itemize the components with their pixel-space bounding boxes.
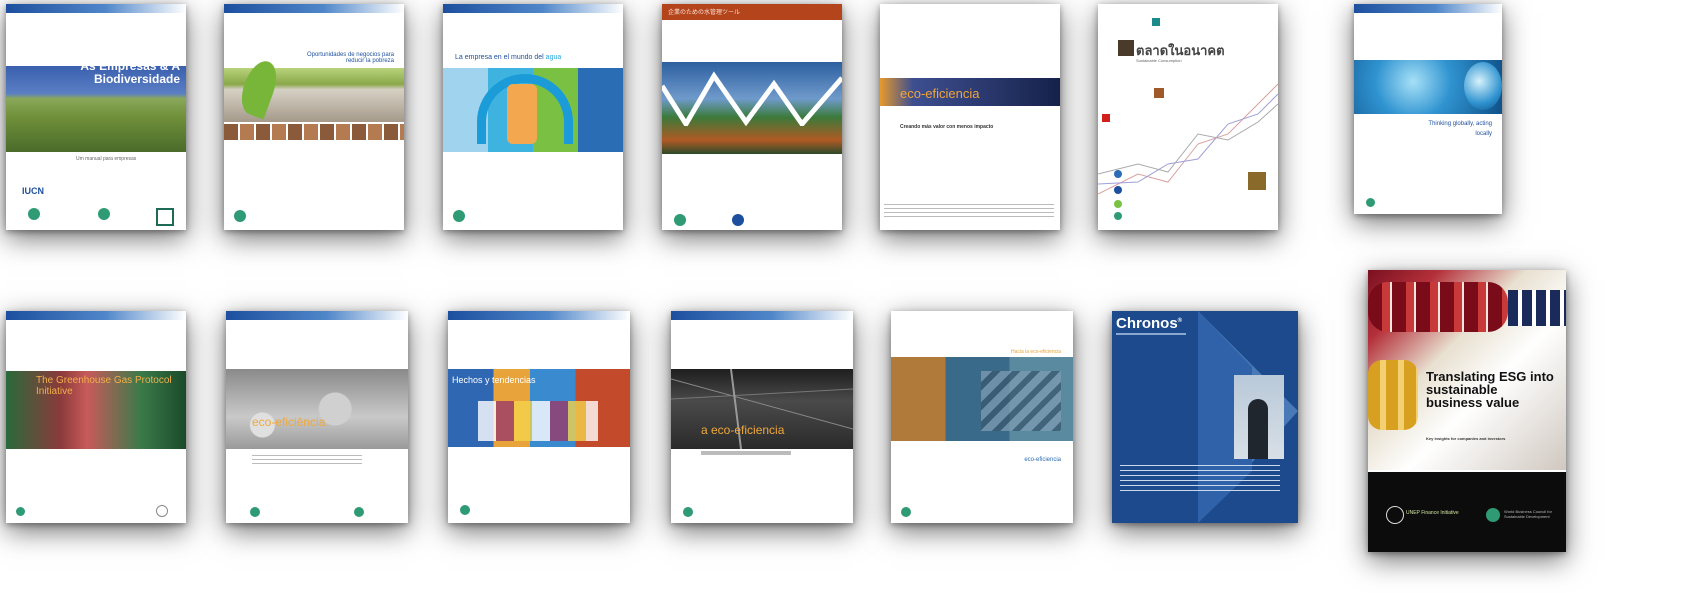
photo-tile — [1248, 172, 1266, 190]
abacus-beads-blue — [1508, 290, 1566, 326]
pipes-image — [981, 371, 1061, 431]
cover-header-band — [448, 311, 630, 320]
wbcsd-logo — [1366, 198, 1375, 207]
wbcsd-logo — [683, 507, 693, 517]
photo-tile — [1118, 40, 1134, 56]
character-illustration — [507, 84, 537, 144]
cover-title: eco-eficiencia — [900, 86, 980, 101]
report-cover-eco-eficiencia-pt[interactable]: eco-eficiência — [226, 311, 408, 523]
partner-logo — [156, 208, 174, 226]
wbcsd-logo — [16, 507, 25, 516]
wbcsd-logo — [234, 210, 246, 222]
cover-body-text — [1120, 465, 1280, 495]
wbcsd-logo — [1486, 508, 1500, 522]
cover-header-band — [1354, 4, 1502, 13]
abacus-beads-red — [1368, 282, 1508, 332]
wbcsd-logo — [901, 507, 911, 517]
partner-logo — [354, 507, 364, 517]
cover-image — [226, 369, 408, 449]
cover-header-band — [224, 4, 404, 13]
report-cover-water-tool-japanese[interactable]: 企業のための水管理ツール — [662, 4, 842, 230]
cover-subtitle: Sustainable Consumption — [1136, 58, 1182, 63]
cover-footnote — [884, 204, 1054, 218]
partner-logo — [28, 208, 40, 220]
photo-tile — [1152, 18, 1160, 26]
trademark-mark: ® — [1177, 318, 1183, 324]
cover-title: The Greenhouse Gas Protocol Initiative — [36, 375, 172, 397]
report-cover-chronos[interactable]: Chronos® — [1112, 311, 1298, 523]
mosaic-tiles — [478, 401, 598, 441]
cover-title: Oportunidades de negocios para reducir l… — [306, 52, 394, 64]
cover-header-text: 企業のための水管理ツール — [668, 10, 741, 16]
report-cover-ghg-protocol[interactable]: The Greenhouse Gas Protocol Initiative — [6, 311, 186, 523]
report-cover-thai-future-market[interactable]: ตลาดในอนาคต Sustainable Consumption — [1098, 4, 1278, 230]
report-cover-hechos-tendencias[interactable]: Hechos y tendencias — [448, 311, 630, 523]
wbcsd-logo — [250, 507, 260, 517]
report-cover-eco-eficiencia[interactable]: eco-eficiencia Creando más valor con men… — [880, 4, 1060, 230]
partner-logo — [98, 208, 110, 220]
cover-subtitle — [252, 455, 362, 467]
cover-title: a eco-eficiencia — [701, 423, 785, 437]
partner-logo — [1114, 212, 1122, 220]
cover-header-band — [6, 4, 186, 13]
cover-header-band — [6, 311, 186, 320]
unep-fi-label: UNEP Finance Initiative — [1406, 510, 1459, 516]
cover-subtitle — [522, 449, 523, 456]
partner-logo — [1114, 200, 1122, 208]
cover-title: eco-eficiência — [252, 415, 326, 429]
chronos-wordmark: Chronos — [1116, 315, 1178, 332]
wbcsd-logo — [674, 214, 686, 226]
globe-image — [1464, 62, 1502, 110]
iucn-logo: IUCN — [22, 186, 44, 196]
wbcsd-logo — [460, 505, 470, 515]
partner-logo — [156, 505, 168, 517]
abacus-beads-gold — [1368, 360, 1418, 430]
cover-subtitle — [457, 158, 458, 165]
report-cover-agua[interactable]: La empresa en el mundo del agua — [443, 4, 623, 230]
cover-title: Translating ESG into sustainable busines… — [1426, 369, 1554, 410]
report-cover-translating-esg[interactable]: Translating ESG into sustainable busines… — [1368, 270, 1566, 552]
report-cover-hacia-eco-eficiencia[interactable]: Hacia la eco-eficiencia eco-eficiencia — [891, 311, 1073, 523]
cover-title: As Empresas & A Biodiversidade — [80, 59, 180, 86]
photo-tile — [1102, 114, 1110, 122]
cover-title: Thinking globally, acting locally — [1428, 121, 1492, 137]
cover-title: Hechos y tendencias — [452, 375, 536, 385]
cover-subtitle: Creando más valor con menos impacto — [900, 124, 994, 130]
cover-subtitle: Um manual para empresas — [76, 156, 137, 162]
photo-strip — [224, 124, 404, 140]
cover-header-band — [671, 311, 853, 320]
cover-subtitle — [32, 457, 33, 464]
cover-header-band — [443, 4, 623, 13]
photo-tile — [1154, 88, 1164, 98]
cover-subtitle: Key insights for companies and investors — [1426, 436, 1506, 441]
partner-logo — [1114, 170, 1122, 178]
cover-subtitle — [676, 160, 826, 167]
cover-header-text: Hacia la eco-eficiencia — [1010, 349, 1061, 355]
unep-fi-logo — [1386, 506, 1404, 524]
wbcsd-label: World Business Council for Sustainable D… — [1504, 509, 1552, 519]
report-cover-biodiversidade[interactable]: As Empresas & A Biodiversidade Um manual… — [6, 4, 186, 230]
partner-logo — [732, 214, 744, 226]
report-cover-reducir-pobreza[interactable]: Oportunidades de negocios para reducir l… — [224, 4, 404, 230]
cover-subtitle — [701, 451, 791, 455]
person-silhouette — [1248, 399, 1268, 459]
title-accent: agua — [545, 54, 562, 61]
power-lines — [671, 369, 853, 449]
cover-title: La empresa en el mundo del agua — [455, 54, 562, 61]
wbcsd-logo — [453, 210, 465, 222]
report-cover-thinking-globally[interactable]: Thinking globally, acting locally — [1354, 4, 1502, 214]
cover-subtitle — [1116, 333, 1186, 335]
cover-header-band — [226, 311, 408, 320]
report-cover-a-eco-eficiencia[interactable]: a eco-eficiencia — [671, 311, 853, 523]
mountain-zigzag — [662, 71, 842, 126]
cover-title: Chronos® — [1116, 315, 1182, 332]
partner-logo — [1114, 186, 1122, 194]
cover-title: eco-eficiencia — [1024, 457, 1061, 463]
